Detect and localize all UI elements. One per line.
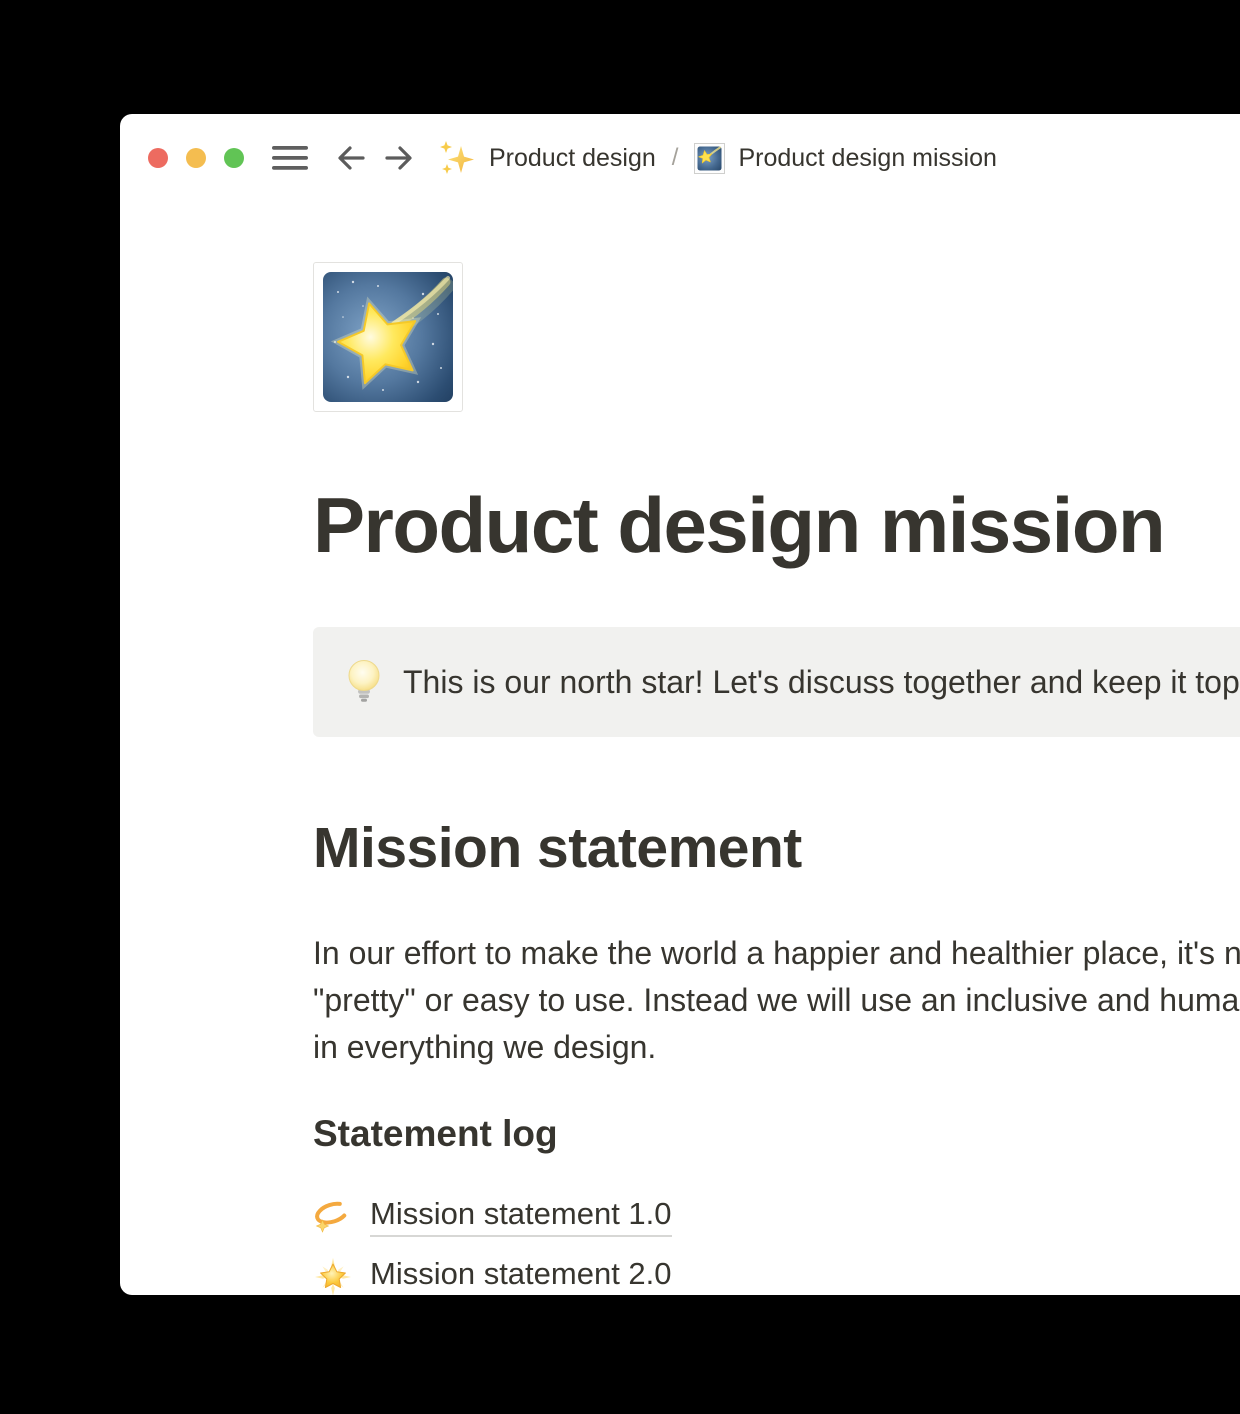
light-bulb-icon [347,658,381,706]
app-window: Product design / [120,114,1240,1295]
back-arrow-icon[interactable] [334,141,368,175]
shooting-star-thumbnail-icon [694,143,725,174]
close-button[interactable] [148,148,168,168]
menu-icon[interactable] [272,144,308,172]
callout-block: This is our north star! Let's discuss to… [313,627,1240,737]
page-link-label: Mission statement 2.0 [370,1256,672,1295]
paragraph-line: "pretty" or easy to use. Instead we will… [313,977,1240,1024]
breadcrumb: Product design / [436,138,997,178]
page-icon[interactable] [313,262,463,412]
titlebar: Product design / [120,114,1240,202]
forward-arrow-icon[interactable] [382,141,416,175]
page-link-mission-statement-1[interactable]: Mission statement 1.0 [313,1194,672,1238]
page-link-label: Mission statement 1.0 [370,1196,672,1237]
mission-statement-heading: Mission statement [313,813,1240,883]
page-title: Product design mission [313,480,1240,570]
page-content: Product design mission [120,262,1240,1295]
paragraph-line: In our effort to make the world a happie… [313,930,1240,977]
dizzy-star-icon [313,1196,353,1236]
breadcrumb-item-product-design-mission[interactable]: Product design mission [694,143,996,174]
glowing-star-icon [313,1256,353,1295]
breadcrumb-separator: / [672,144,679,172]
shooting-star-image-icon [323,389,453,406]
page-link-mission-statement-2[interactable]: Mission statement 2.0 [313,1254,672,1295]
breadcrumb-current-label: Product design mission [738,144,996,173]
paragraph-line: in everything we design. [313,1024,1240,1071]
mission-paragraph: In our effort to make the world a happie… [313,930,1240,1071]
window-controls [148,148,244,168]
statement-log-heading: Statement log [313,1111,1240,1157]
breadcrumb-item-product-design[interactable]: Product design [436,138,656,178]
minimize-button[interactable] [186,148,206,168]
callout-text: This is our north star! Let's discuss to… [403,664,1240,701]
zoom-button[interactable] [224,148,244,168]
breadcrumb-parent-label: Product design [489,144,656,173]
sparkles-icon [436,138,476,178]
